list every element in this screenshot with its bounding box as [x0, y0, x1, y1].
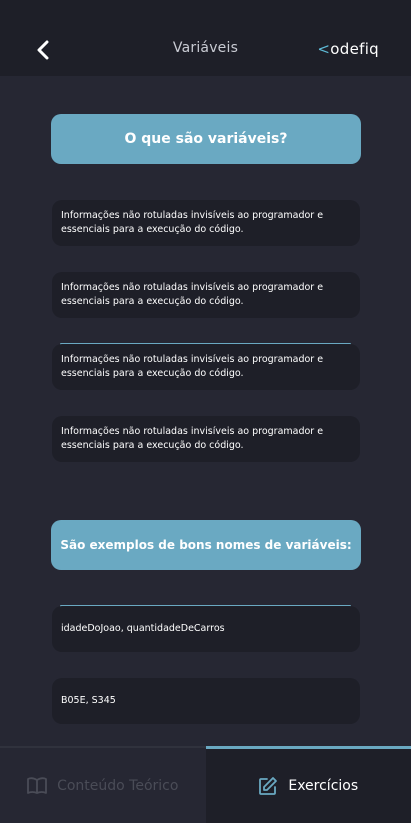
tab-conteudo-teorico[interactable]: Conteúdo Teórico: [0, 746, 206, 823]
tab-exercicios[interactable]: Exercícios: [205, 746, 411, 823]
logo-accent: <: [317, 40, 331, 58]
answer-option[interactable]: Informações não rotuladas invisíveis ao …: [52, 200, 360, 246]
app-header: Variáveis <odefiq: [0, 0, 411, 76]
tab-label: Conteúdo Teórico: [57, 777, 179, 794]
answer-option-selected[interactable]: idadeDoJoao, quantidadeDeCarros: [52, 606, 360, 652]
answer-option[interactable]: B05E, S345: [52, 678, 360, 724]
edit-icon: [258, 776, 278, 796]
answer-option[interactable]: Informações não rotuladas invisíveis ao …: [52, 416, 360, 462]
question-title: São exemplos de bons nomes de variáveis:: [51, 520, 361, 570]
logo-text: odefiq: [330, 40, 379, 58]
codefiq-logo: <odefiq: [317, 40, 379, 58]
bottom-nav: Conteúdo Teórico Exercícios: [0, 746, 411, 823]
book-icon: [27, 776, 47, 795]
question-title: O que são variáveis?: [51, 114, 361, 164]
answer-option-selected[interactable]: Informações não rotuladas invisíveis ao …: [52, 344, 360, 390]
answer-option[interactable]: Informações não rotuladas invisíveis ao …: [52, 272, 360, 318]
tab-label: Exercícios: [288, 778, 359, 794]
